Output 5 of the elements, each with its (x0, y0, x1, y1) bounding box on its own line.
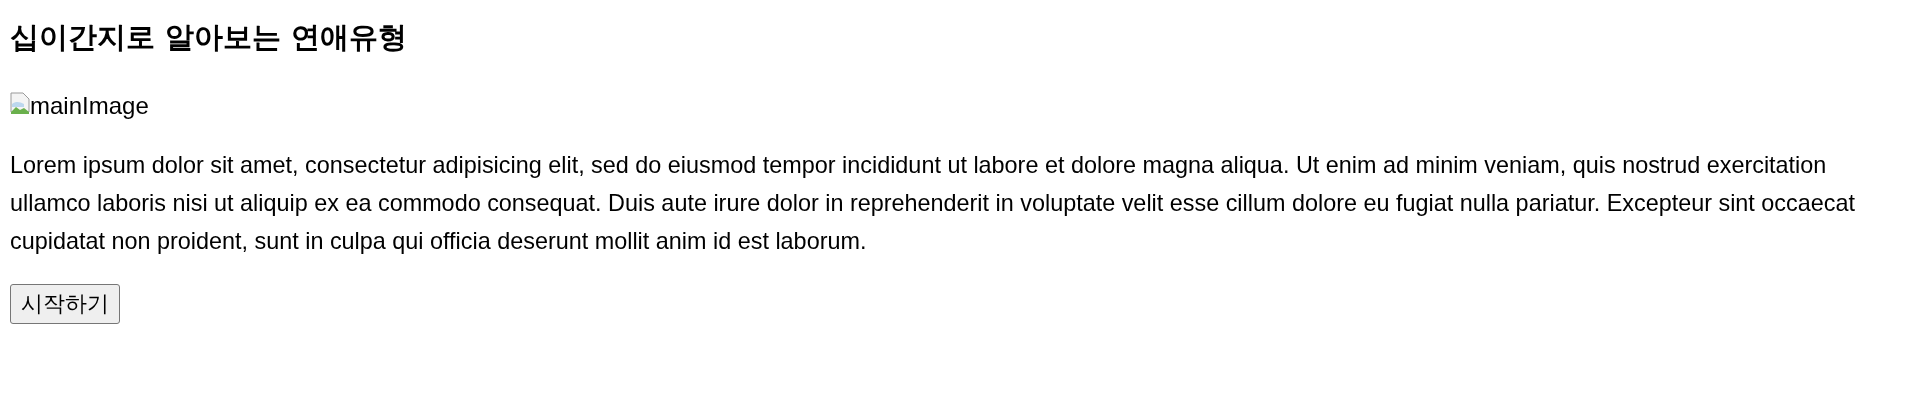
image-alt-text: mainImage (30, 92, 149, 120)
start-button[interactable]: 시작하기 (10, 284, 120, 324)
page-title: 십이간지로 알아보는 연애유형 (10, 19, 409, 56)
broken-image-icon (10, 92, 30, 116)
body-paragraph: Lorem ipsum dolor sit amet, consectetur adipisicing elit, sed do eiusmod tempor incididunt ut labore et dolore magna aliqua. Ut enim ad minim veniam, quis nostrud exercitation ullamco laboris nisi ut aliquip ex ea commodo consequat. Duis aute irure dolor in reprehenderit in voluptate velit esse cillum dolore eu fugiat nulla pariatur. Excepteur sint occaecat cupidatat non proident, sunt in culpa qui officia deserunt mollit anim id est laborum. (10, 151, 1856, 256)
